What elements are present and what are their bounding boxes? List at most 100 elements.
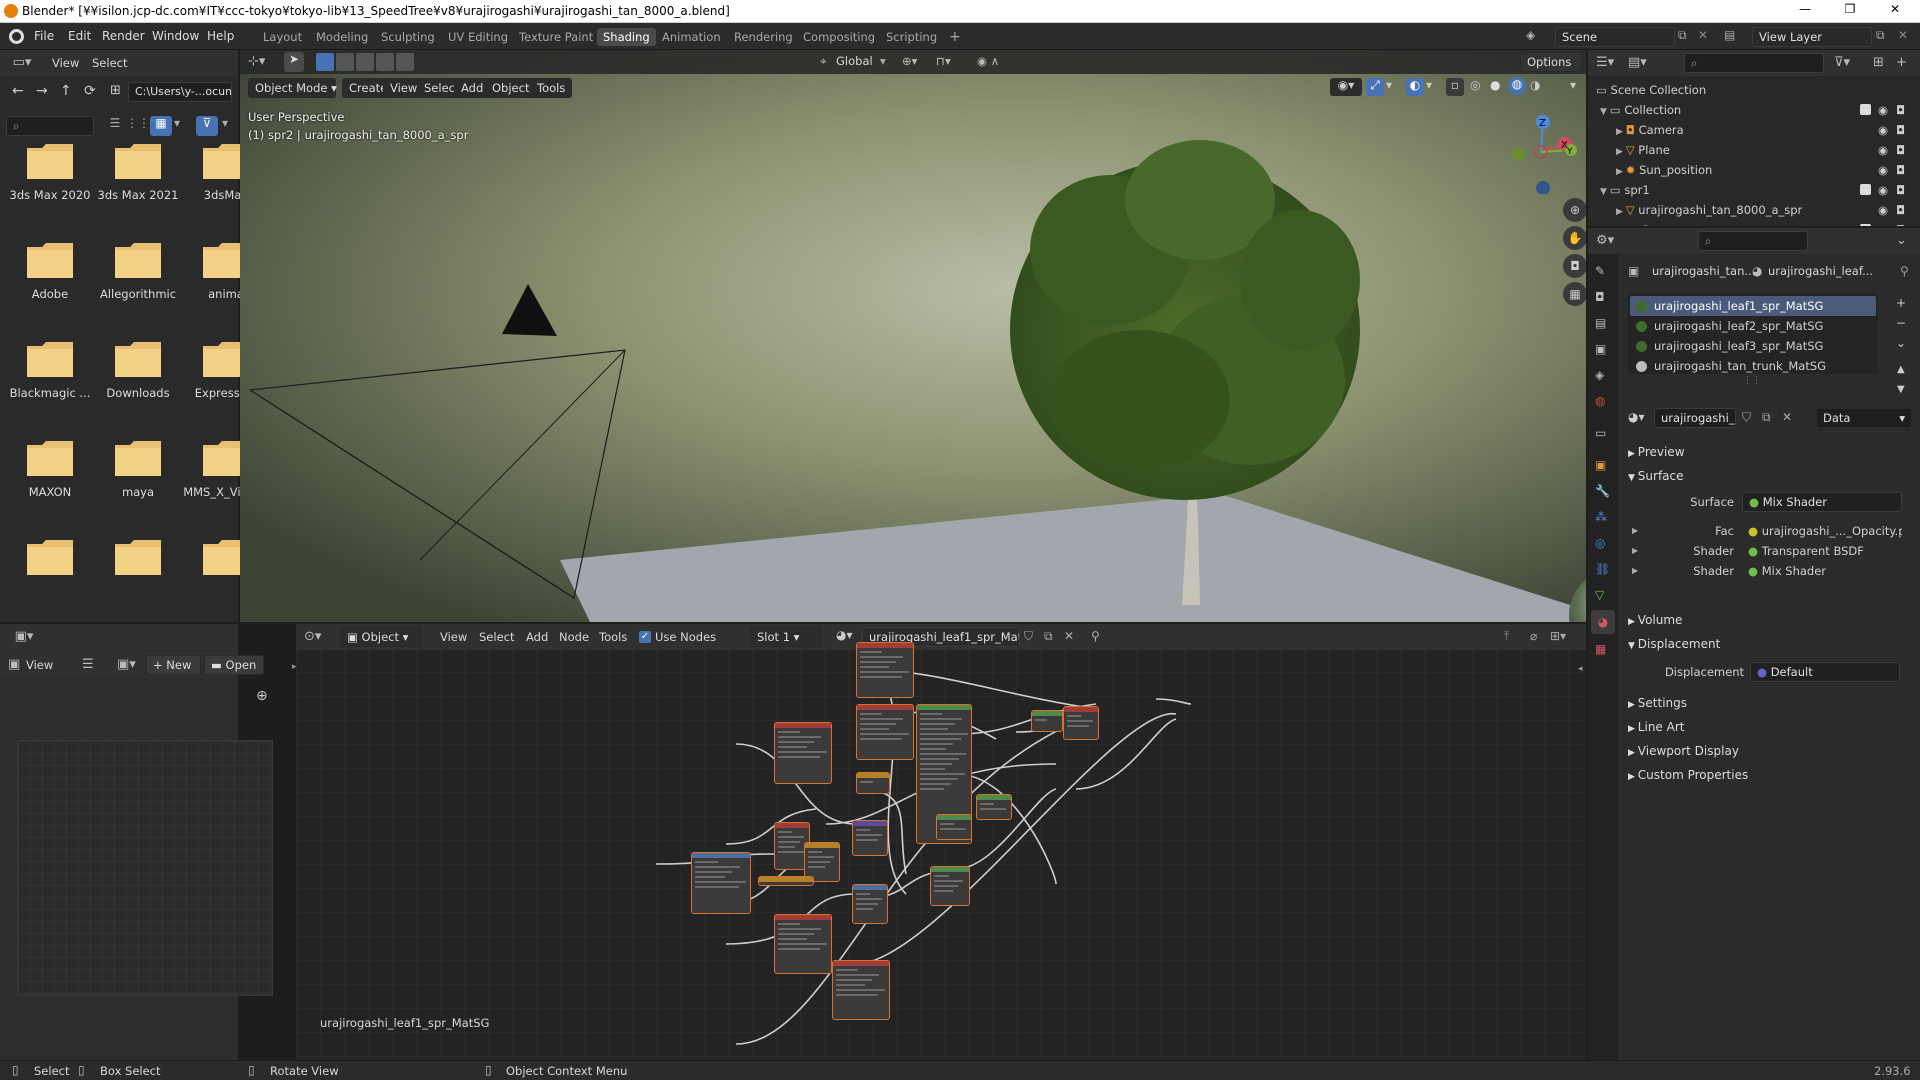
folder-item[interactable]: maya [94,431,182,521]
parent-dir-icon[interactable]: ↑ [60,83,72,99]
render-camera-icon[interactable]: ◘ [1896,180,1905,200]
filter-icon[interactable]: ⊽▾ [1834,54,1850,72]
tab-rendering[interactable]: Rendering [728,28,799,46]
tab-uv-editing[interactable]: UV Editing [442,28,514,46]
remove-slot-button[interactable]: − [1896,316,1906,330]
sidebar-toggle-icon[interactable]: ◂ [1578,664,1583,674]
section-line-art[interactable]: ▶ Line Art [1628,716,1912,738]
menu-tools[interactable]: Tools [530,78,573,98]
material-tab-icon[interactable]: ◕ [1591,610,1615,634]
scene-icon[interactable]: ◈ [1526,28,1548,46]
menu-help[interactable]: Help [207,27,234,46]
fb-menu-view[interactable]: View [52,56,79,70]
filter-icon[interactable]: ⊽ [196,116,218,136]
overlay-toggle-icon[interactable]: ◐ [1406,78,1424,96]
section-settings[interactable]: ▶ Settings [1628,692,1912,714]
display-hlist-icon[interactable]: ⋮⋮ [126,116,150,136]
tab-sculpting[interactable]: Sculpting [375,28,441,46]
eye-icon[interactable]: ◉ [1878,120,1888,140]
list-resize-handle[interactable]: ⋮⋮ [1743,376,1761,386]
eye-icon[interactable]: ◉ [1878,140,1888,160]
viewport-3d[interactable]: ⊹▾ ➤ ⌖ Global ▾ ⊕▾ ⊓▾ ◉ ∧ Options Object… [240,50,1586,622]
texture-tab-icon[interactable]: ▦ [1595,642,1606,656]
zoom-icon[interactable]: ⊕ [256,688,268,704]
material-slot-item[interactable]: urajirogashi_tan_trunk_MatSG [1630,356,1876,376]
shader-node[interactable] [758,876,814,886]
section-preview[interactable]: ▶ Preview [1628,441,1912,463]
gizmo-dropdown-icon[interactable]: ▾ [1386,78,1392,92]
shader-node[interactable] [691,852,751,914]
render-camera-icon[interactable]: ◘ [1896,160,1905,180]
path-field[interactable]: C:\Users\y-...ocuments\ [128,82,232,102]
material-slot-item[interactable]: urajirogashi_leaf3_spr_MatSG [1630,336,1876,356]
pivot-icon[interactable]: ⊕▾ [902,54,917,68]
folder-item[interactable] [6,530,94,620]
outliner-item-sun-position[interactable]: ▶ ✹ Sun_position ◉ ◘ [1616,160,1905,180]
shader-node[interactable] [930,866,970,906]
editor-type-icon[interactable]: ⊹▾ [248,53,265,71]
material-slot-item[interactable]: urajirogashi_leaf1_spr_MatSG [1630,296,1876,316]
new-image-button[interactable]: + New [146,655,201,675]
tab-modeling[interactable]: Modeling [310,28,374,46]
new-folder-icon[interactable]: ⊞ [110,83,121,98]
eye-icon[interactable]: ◉ [1878,160,1888,180]
outliner-scene-collection[interactable]: ▭ Scene Collection [1596,80,1916,100]
expand-arrow-icon[interactable]: ▶ [1616,207,1626,217]
view-layer-tab-icon[interactable]: ▣ [1595,342,1606,356]
solid-shading-icon[interactable]: ● [1490,78,1500,92]
render-camera-icon[interactable]: ◘ [1896,220,1905,226]
render-camera-icon[interactable]: ◘ [1896,120,1905,140]
data-tab-icon[interactable]: ▽ [1595,588,1604,602]
options-dropdown[interactable]: Options [1520,52,1582,72]
shader-node[interactable] [976,794,1012,820]
image-canvas[interactable] [17,740,273,996]
pan-view-icon[interactable]: ✋ [1563,226,1586,250]
camera-view-icon[interactable]: ◘ [1563,254,1586,278]
render-tab-icon[interactable]: ◘ [1595,290,1605,304]
particles-tab-icon[interactable]: ⁂ [1595,510,1607,524]
expand-arrow-icon[interactable]: ▶ [1616,167,1626,177]
tab-layout[interactable]: Layout [257,28,308,46]
move-slot-up-icon[interactable]: ▲ [1897,364,1905,375]
duplicate-material-icon[interactable]: ⧉ [1762,410,1771,425]
shader-node[interactable] [852,820,888,856]
section-custom-properties[interactable]: ▶ Custom Properties [1628,764,1912,786]
material-slot-item[interactable]: urajirogashi_leaf2_spr_MatSG [1630,316,1876,336]
properties-search-input[interactable]: ⌕ [1698,231,1808,251]
shading-dropdown-icon[interactable]: ▾ [1570,78,1576,92]
shader-node[interactable] [832,960,890,1020]
shader-node[interactable] [774,914,832,974]
display-mode-icon[interactable]: ▤▾ [1628,54,1647,72]
outliner-item-spr1[interactable]: ▼ ▭ spr1 ◉ ◘ [1600,180,1905,200]
ortho-toggle-icon[interactable]: ▦ [1563,282,1586,306]
view-mode-icon[interactable]: ▣ [8,656,20,674]
display-list-icon[interactable]: ☰ [104,116,126,136]
zoom-view-icon[interactable]: ⊕ [1563,198,1586,222]
filter-dropdown-icon[interactable]: ▾ [222,116,228,130]
select-intersect-icon[interactable] [396,53,414,71]
section-volume[interactable]: ▶ Volume [1628,609,1912,631]
socket-value-field[interactable]: ● Mix Shader [1742,492,1902,512]
fb-menu-select[interactable]: Select [92,56,127,70]
material-datablock-field[interactable]: urajirogashi_l... [1654,408,1736,428]
delete-view-layer-icon[interactable]: ✕ [1898,28,1908,42]
scene-name-field[interactable]: Scene [1555,27,1675,47]
transform-orientation-dropdown[interactable]: Global [836,54,873,68]
shader-node[interactable] [856,772,890,794]
node-editor[interactable]: ⊙▾ ▣ Object ▾ View Select Add Node Tools… [296,624,1586,1060]
exclude-checkbox[interactable] [1860,184,1871,195]
ie-menu-icon[interactable]: ☰ [82,656,94,674]
add-icon[interactable]: + [1896,54,1907,72]
folder-item[interactable]: 3ds Max 2020 [6,134,94,224]
expand-socket-icon[interactable]: ▶ [1632,521,1638,541]
outliner-item-plane[interactable]: ▶ ▽ Plane ◉ ◘ [1616,140,1905,160]
socket-value-field[interactable]: ● Mix Shader [1742,561,1902,581]
render-camera-icon[interactable]: ◘ [1896,100,1905,120]
object-mode-dropdown[interactable]: Object Mode ▾ [248,78,337,98]
eye-icon[interactable]: ◉ [1878,220,1888,226]
scene-tab-icon[interactable]: ◈ [1595,368,1604,382]
options-chevron-icon[interactable]: ⌄ [1896,232,1907,250]
shader-node[interactable] [1063,706,1099,740]
displacement-field[interactable]: ● Default [1750,662,1900,682]
unlink-material-icon[interactable]: ✕ [1782,410,1792,424]
